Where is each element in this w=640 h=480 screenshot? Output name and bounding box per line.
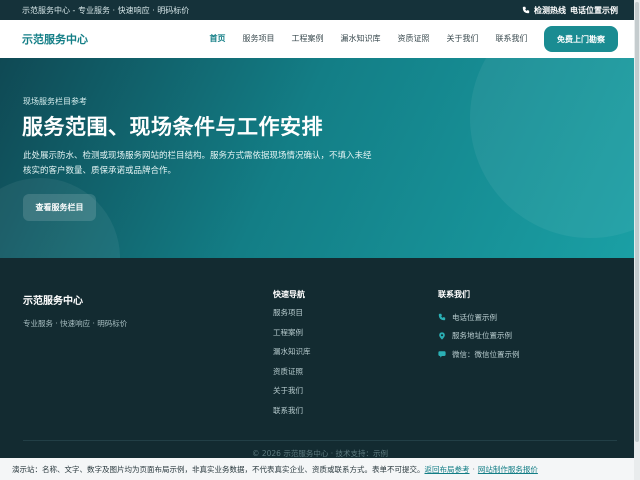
footer-logo: 示范服务中心 — [23, 296, 83, 307]
contact-phone[interactable]: 电话位置示例 — [438, 308, 520, 327]
footer-link-certificates[interactable]: 资质证照 — [273, 367, 311, 387]
contact-list: 电话位置示例 服务地址位置示例 微信：微信位置示例 — [438, 308, 520, 364]
hotline-label: 检测热线 — [534, 5, 566, 15]
top-bar-tagline: 示范服务中心 - 专业服务 · 快速响应 · 明码标价 — [22, 5, 190, 15]
phone-icon — [522, 6, 530, 14]
phone-icon — [438, 314, 446, 321]
contact-title: 联系我们 — [438, 290, 470, 299]
top-bar: 示范服务中心 - 专业服务 · 快速响应 · 明码标价 检测热线 电话位置示例 — [0, 0, 640, 20]
quick-nav-title: 快速导航 — [273, 290, 305, 299]
nav-certificates[interactable]: 资质证照 — [389, 20, 438, 58]
footer-link-contact[interactable]: 联系我们 — [273, 406, 311, 426]
hero-description: 此处展示防水、检测或现场服务网站的栏目结构。服务方式需依据现场情况确认，不填入未… — [23, 151, 372, 176]
nav-knowledge[interactable]: 漏水知识库 — [332, 20, 389, 58]
back-to-layout-link[interactable]: 返回布局参考 — [425, 464, 470, 475]
wechat-icon — [438, 351, 446, 358]
quote-link[interactable]: 网站制作服务报价 — [478, 464, 538, 475]
demo-notice-bar: 演示站：名称、文字、数字及图片均为页面布局示例，非真实业务数据，不代表真实企业、… — [0, 458, 640, 480]
contact-phone-text: 电话位置示例 — [452, 312, 497, 322]
scrollbar-thumb[interactable] — [635, 2, 639, 442]
contact-wechat-text: 微信：微信位置示例 — [452, 349, 520, 359]
view-services-button[interactable]: 查看服务栏目 — [23, 194, 96, 221]
site-header: 示范服务中心 首页 服务项目 工程案例 漏水知识库 资质证照 关于我们 联系我们… — [0, 20, 640, 58]
nav-services[interactable]: 服务项目 — [234, 20, 283, 58]
main-nav: 首页 服务项目 工程案例 漏水知识库 资质证照 关于我们 联系我们 — [201, 20, 536, 58]
demo-notice-text: 演示站：名称、文字、数字及图片均为页面布局示例，非真实业务数据，不代表真实企业、… — [12, 464, 425, 474]
hero-eyebrow: 现场服务栏目参考 — [23, 97, 87, 106]
footer-link-about[interactable]: 关于我们 — [273, 386, 311, 406]
footer-link-knowledge[interactable]: 漏水知识库 — [273, 347, 311, 367]
free-survey-button[interactable]: 免费上门勘察 — [544, 26, 618, 52]
nav-cases[interactable]: 工程案例 — [283, 20, 332, 58]
nav-home[interactable]: 首页 — [201, 20, 234, 58]
page-scrollbar[interactable] — [634, 0, 640, 480]
contact-wechat[interactable]: 微信：微信位置示例 — [438, 345, 520, 364]
footer-divider — [23, 440, 617, 441]
hero-title: 服务范围、现场条件与工作安排 — [22, 115, 323, 139]
contact-address-text: 服务地址位置示例 — [452, 331, 512, 341]
site-logo[interactable]: 示范服务中心 — [22, 31, 88, 47]
nav-contact[interactable]: 联系我们 — [487, 20, 536, 58]
hotline[interactable]: 检测热线 电话位置示例 — [522, 5, 618, 16]
footer-link-services[interactable]: 服务项目 — [273, 308, 311, 328]
hotline-value: 电话位置示例 — [570, 5, 618, 15]
footer-tagline: 专业服务 · 快速响应 · 明码标价 — [23, 319, 128, 328]
footer-link-cases[interactable]: 工程案例 — [273, 328, 311, 348]
notice-separator: · — [472, 464, 475, 474]
nav-about[interactable]: 关于我们 — [438, 20, 487, 58]
quick-nav-list: 服务项目 工程案例 漏水知识库 资质证照 关于我们 联系我们 — [273, 308, 311, 425]
decorative-circle — [470, 58, 640, 238]
contact-address[interactable]: 服务地址位置示例 — [438, 327, 520, 346]
location-pin-icon — [439, 332, 445, 340]
site-footer: 示范服务中心 专业服务 · 快速响应 · 明码标价 快速导航 服务项目 工程案例… — [0, 258, 640, 458]
hero-banner: 现场服务栏目参考 服务范围、现场条件与工作安排 此处展示防水、检测或现场服务网站… — [0, 58, 640, 258]
